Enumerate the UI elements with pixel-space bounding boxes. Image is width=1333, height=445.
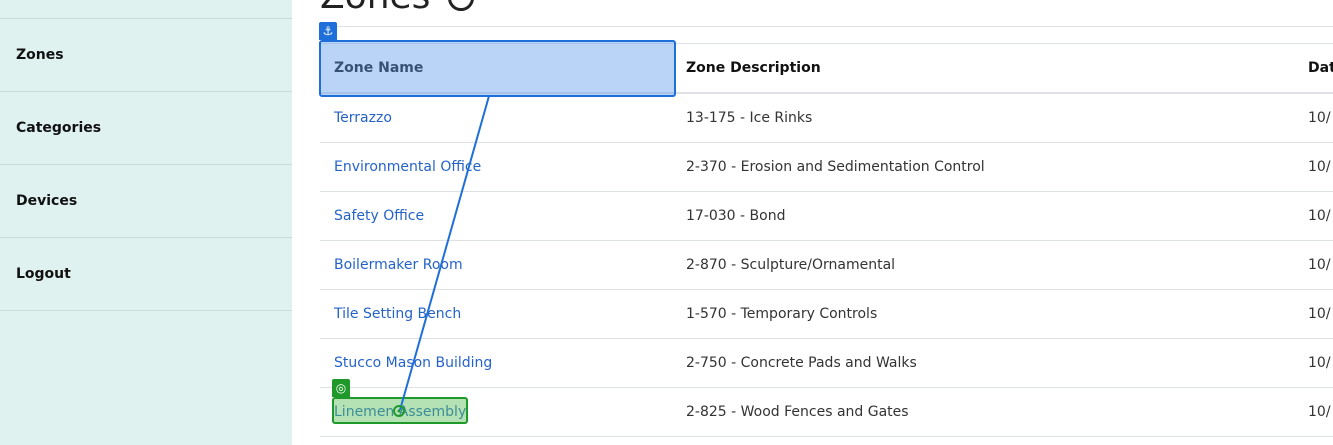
sidebar-item-label: Devices (16, 193, 78, 209)
sidebar-item-logout[interactable]: Logout (0, 238, 292, 311)
sidebar-item-zones[interactable]: Zones (0, 19, 292, 92)
drag-path-overlay (393, 95, 490, 417)
sidebar-item-label: Logout (16, 266, 71, 282)
sidebar-item-categories[interactable]: Categories (0, 92, 292, 165)
sidebar: Zones Categories Devices Logout (0, 0, 292, 445)
sidebar-item-devices[interactable]: Devices (0, 165, 292, 238)
main-content: Zones Zone Name Zone Description Dat Ter… (292, 0, 1333, 445)
drop-point-icon (393, 405, 405, 417)
sidebar-item-label: Categories (16, 120, 102, 136)
drag-path-line (399, 95, 490, 411)
sidebar-item-label: Zones (16, 47, 64, 63)
